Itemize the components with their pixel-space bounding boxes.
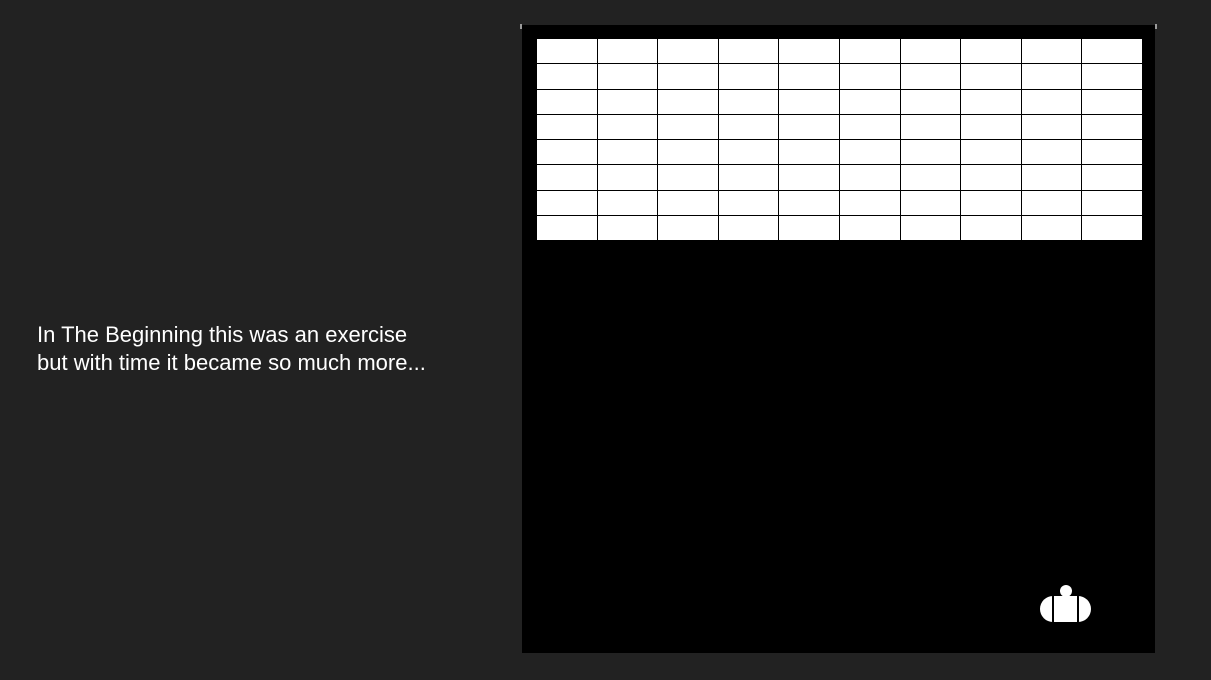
- brick: [779, 165, 839, 190]
- brick: [537, 39, 597, 64]
- brick: [1082, 39, 1142, 64]
- brick: [961, 140, 1021, 165]
- brick: [597, 114, 658, 139]
- brick: [1082, 190, 1142, 215]
- brick: [658, 215, 718, 240]
- brick: [839, 64, 900, 89]
- brick: [961, 39, 1021, 64]
- brick: [779, 140, 839, 165]
- brick: [1082, 64, 1142, 89]
- brick: [779, 89, 839, 114]
- brick: [900, 215, 961, 240]
- brick: [900, 89, 961, 114]
- brick: [1021, 64, 1082, 89]
- brick: [839, 215, 900, 240]
- game-board[interactable]: [522, 25, 1155, 653]
- brick: [537, 140, 597, 165]
- brick: [839, 39, 900, 64]
- brick: [718, 165, 779, 190]
- brick: [718, 39, 779, 64]
- brick: [658, 190, 718, 215]
- board-corner-right-tick: [1155, 24, 1157, 29]
- brick: [537, 165, 597, 190]
- paddle-divider-left: [1052, 596, 1054, 622]
- brick: [839, 89, 900, 114]
- brick: [658, 140, 718, 165]
- brick: [900, 39, 961, 64]
- brick: [1082, 215, 1142, 240]
- brick: [900, 64, 961, 89]
- brick: [961, 190, 1021, 215]
- brick: [1021, 89, 1082, 114]
- brick: [718, 215, 779, 240]
- brick: [658, 165, 718, 190]
- brick: [779, 114, 839, 139]
- brick: [779, 39, 839, 64]
- brick: [537, 190, 597, 215]
- brick: [718, 114, 779, 139]
- brick: [537, 114, 597, 139]
- intro-line-2: but with time it became so much more...: [37, 350, 426, 375]
- brick: [537, 89, 597, 114]
- brick: [1021, 114, 1082, 139]
- brick: [839, 190, 900, 215]
- brick: [597, 39, 658, 64]
- brick: [961, 114, 1021, 139]
- brick: [597, 140, 658, 165]
- brick: [718, 140, 779, 165]
- brick: [658, 64, 718, 89]
- brick: [961, 215, 1021, 240]
- brick: [961, 165, 1021, 190]
- brick: [718, 89, 779, 114]
- brick: [1021, 190, 1082, 215]
- paddle-divider-right: [1077, 596, 1079, 622]
- brick: [1082, 114, 1142, 139]
- brick: [900, 190, 961, 215]
- brick: [718, 64, 779, 89]
- brick: [961, 89, 1021, 114]
- brick: [779, 64, 839, 89]
- brick: [961, 64, 1021, 89]
- brick: [779, 190, 839, 215]
- brick: [658, 39, 718, 64]
- brick: [839, 140, 900, 165]
- brick: [900, 140, 961, 165]
- brick: [839, 165, 900, 190]
- intro-line-1: In The Beginning this was an exercise: [37, 322, 408, 347]
- brick: [597, 215, 658, 240]
- brick: [597, 64, 658, 89]
- brick: [597, 190, 658, 215]
- brick: [658, 89, 718, 114]
- brick: [779, 215, 839, 240]
- brick: [1082, 165, 1142, 190]
- brick: [1021, 215, 1082, 240]
- intro-text: In The Beginning this was an exercise bu…: [37, 321, 497, 377]
- brick: [597, 89, 658, 114]
- brick-wall: [536, 38, 1143, 241]
- brick: [1021, 165, 1082, 190]
- page: In The Beginning this was an exercise bu…: [0, 0, 1211, 680]
- brick: [537, 64, 597, 89]
- brick: [658, 114, 718, 139]
- brick: [1082, 89, 1142, 114]
- brick: [1082, 140, 1142, 165]
- brick: [718, 190, 779, 215]
- brick: [839, 114, 900, 139]
- brick: [900, 114, 961, 139]
- brick: [900, 165, 961, 190]
- paddle[interactable]: [1040, 596, 1091, 622]
- brick: [1021, 39, 1082, 64]
- brick: [537, 215, 597, 240]
- brick: [1021, 140, 1082, 165]
- brick: [597, 165, 658, 190]
